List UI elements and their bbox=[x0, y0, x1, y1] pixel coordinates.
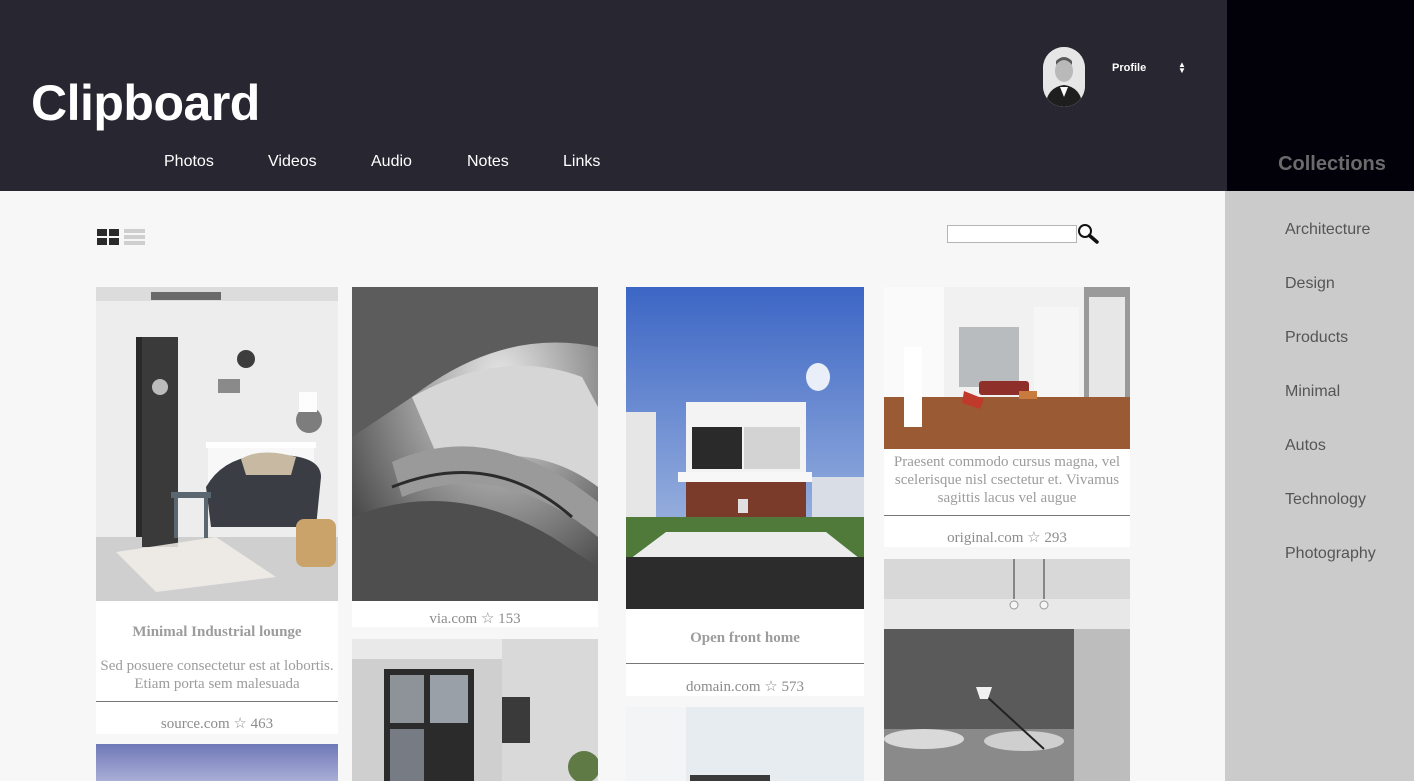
sidebar-item-architecture[interactable]: Architecture bbox=[1285, 221, 1370, 239]
card-interior-divider bbox=[884, 515, 1130, 516]
sidebar-item-products[interactable]: Products bbox=[1285, 329, 1348, 347]
avatar[interactable] bbox=[1043, 47, 1085, 107]
nav-videos[interactable]: Videos bbox=[268, 153, 317, 171]
card-house[interactable]: Open front home domain.com ☆ 573 bbox=[626, 287, 864, 696]
card-bedroom[interactable] bbox=[884, 559, 1130, 781]
nav-photos[interactable]: Photos bbox=[164, 153, 214, 171]
sidebar-item-autos[interactable]: Autos bbox=[1285, 437, 1326, 455]
card-house-meta[interactable]: domain.com ☆ 573 bbox=[626, 677, 864, 696]
card-interior[interactable]: Praesent commodo cursus magna, vel scele… bbox=[884, 287, 1130, 547]
card-pale-photo bbox=[626, 707, 864, 781]
card-lounge[interactable]: Minimal Industrial lounge Sed posuere co… bbox=[96, 287, 338, 734]
sidebar-item-technology[interactable]: Technology bbox=[1285, 491, 1366, 509]
sidebar-item-minimal[interactable]: Minimal bbox=[1285, 383, 1340, 401]
collections-title: Collections bbox=[1278, 153, 1386, 175]
card-house-title: Open front home bbox=[690, 630, 800, 646]
card-sky[interactable] bbox=[96, 744, 338, 781]
card-interior-desc: Praesent commodo cursus magna, vel scele… bbox=[893, 454, 1121, 506]
avatar-photo bbox=[1043, 47, 1085, 107]
card-facade[interactable] bbox=[352, 639, 598, 781]
card-stairs[interactable]: via.com ☆ 153 bbox=[352, 287, 598, 627]
sidebar-item-design[interactable]: Design bbox=[1285, 275, 1335, 293]
card-stairs-photo bbox=[352, 287, 598, 601]
grid-view-icon[interactable] bbox=[97, 229, 119, 245]
app-logo[interactable]: Clipboard bbox=[31, 74, 260, 132]
nav-links[interactable]: Links bbox=[563, 153, 600, 171]
app-header: Clipboard Photos Videos Audio Notes Link… bbox=[0, 0, 1227, 191]
search-input[interactable] bbox=[947, 225, 1077, 243]
card-sky-photo bbox=[96, 744, 338, 781]
profile-select-arrows-icon[interactable]: ▲ ▼ bbox=[1178, 61, 1186, 75]
search-icon[interactable] bbox=[1076, 222, 1100, 244]
collections-sidebar: Architecture Design Products Minimal Aut… bbox=[1225, 191, 1414, 781]
card-lounge-desc: Sed posuere consectetur est at lobortis.… bbox=[100, 658, 334, 692]
sidebar-item-photography[interactable]: Photography bbox=[1285, 545, 1376, 563]
card-house-divider bbox=[626, 663, 864, 664]
card-pale[interactable] bbox=[626, 707, 864, 781]
card-lounge-title: Minimal Industrial lounge bbox=[132, 624, 302, 640]
card-lounge-photo bbox=[96, 287, 338, 601]
card-house-photo bbox=[626, 287, 864, 609]
card-interior-meta[interactable]: original.com ☆ 293 bbox=[884, 528, 1130, 547]
nav-audio[interactable]: Audio bbox=[371, 153, 412, 171]
card-facade-photo bbox=[352, 639, 598, 781]
card-lounge-meta[interactable]: source.com ☆ 463 bbox=[96, 714, 338, 733]
card-bedroom-photo bbox=[884, 559, 1130, 781]
profile-menu[interactable]: Profile bbox=[1112, 62, 1146, 74]
card-interior-photo bbox=[884, 287, 1130, 449]
list-view-icon[interactable] bbox=[124, 229, 145, 245]
nav-notes[interactable]: Notes bbox=[467, 153, 509, 171]
card-lounge-divider bbox=[96, 701, 338, 702]
card-stairs-meta[interactable]: via.com ☆ 153 bbox=[352, 609, 598, 627]
